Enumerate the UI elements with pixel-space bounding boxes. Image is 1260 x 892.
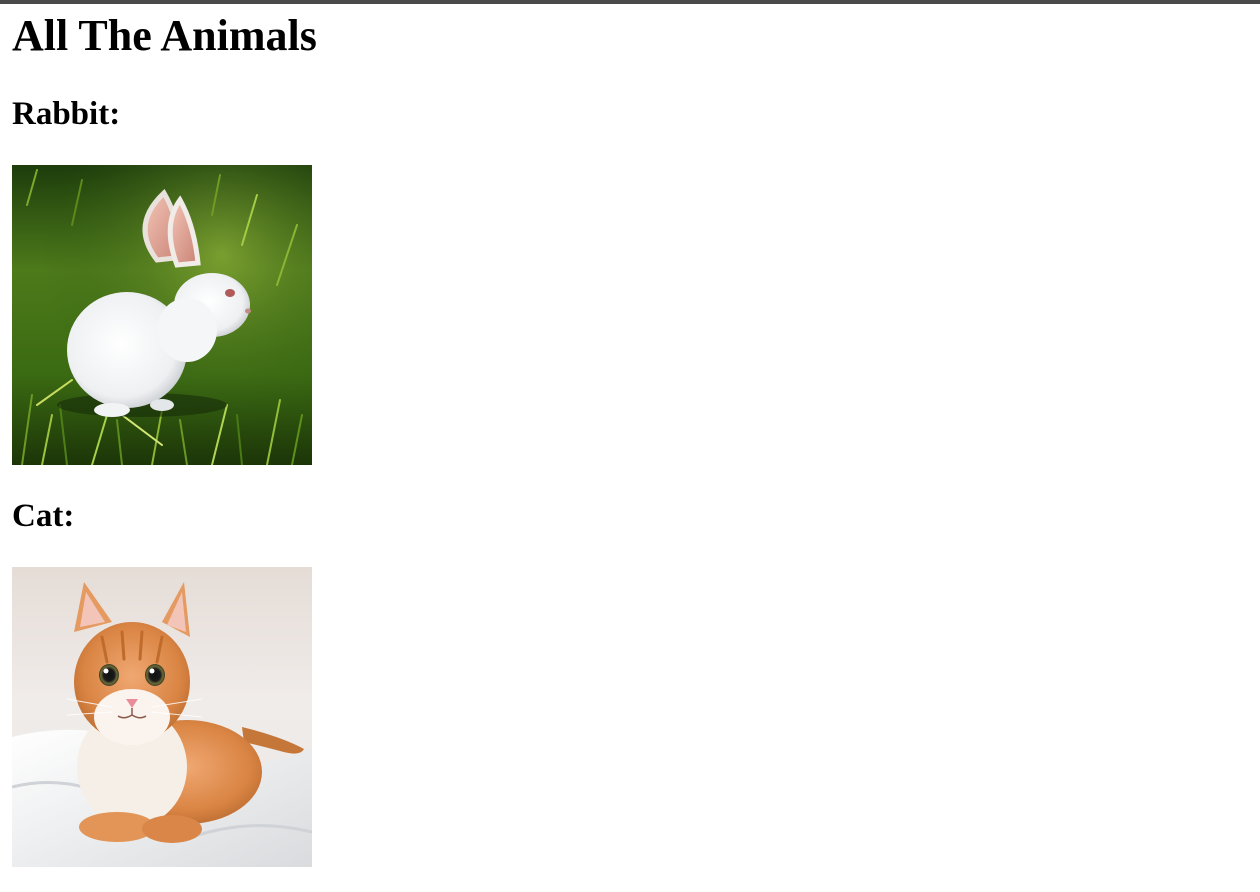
- section-heading-rabbit: Rabbit:: [12, 96, 121, 132]
- window-top-border: [0, 0, 1260, 4]
- page-title: All The Animals: [12, 11, 317, 60]
- cat-image: [12, 567, 312, 867]
- section-heading-cat: Cat:: [12, 498, 75, 534]
- rabbit-image: [12, 165, 312, 465]
